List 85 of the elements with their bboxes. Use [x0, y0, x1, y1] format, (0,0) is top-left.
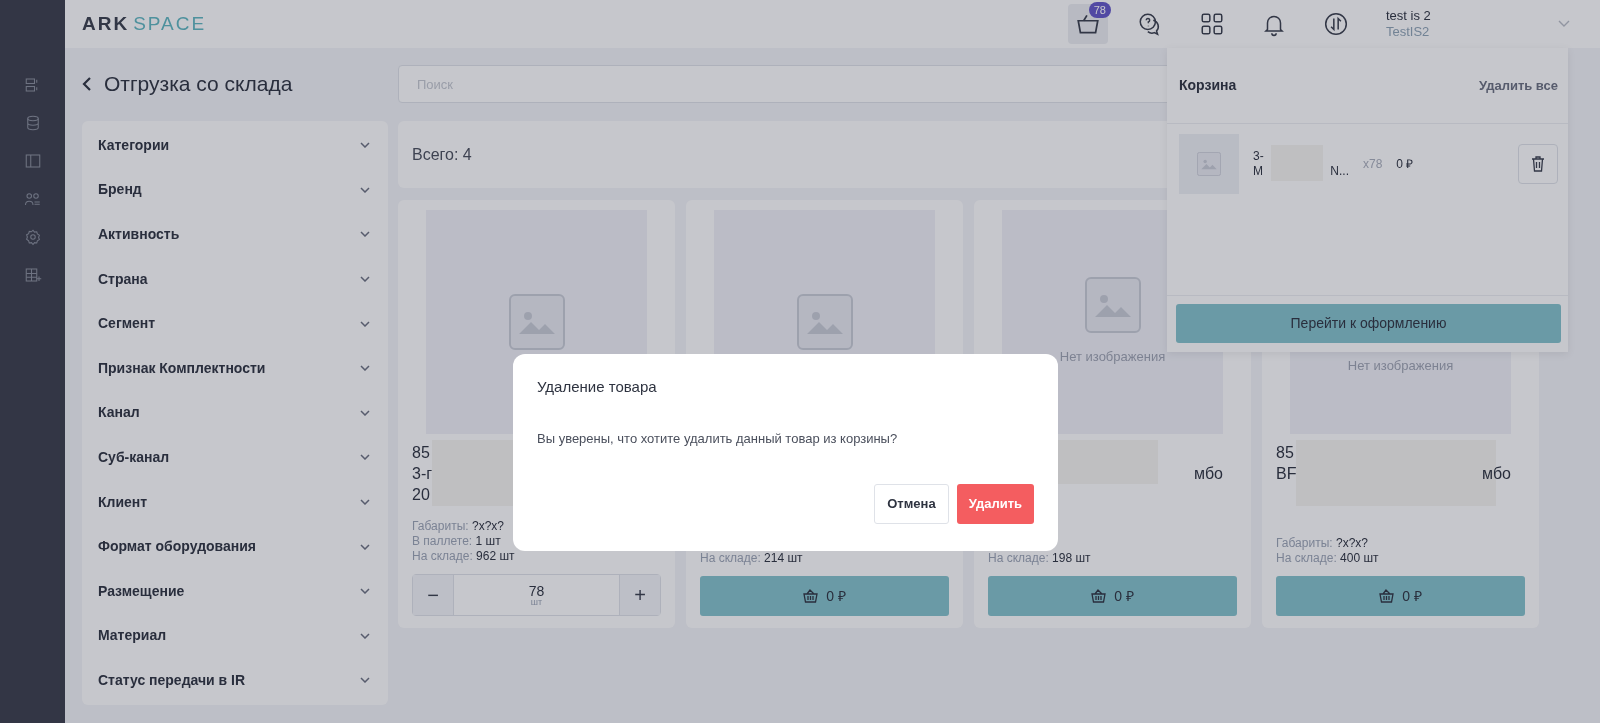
delete-item-button[interactable]: [1518, 144, 1558, 184]
user-login: TestIS2: [1386, 24, 1431, 40]
total-count: Всего: 4: [412, 144, 472, 165]
filter-item[interactable]: Материал: [82, 613, 388, 659]
basket-icon: [1379, 589, 1395, 603]
swap-arrows-icon: [1323, 11, 1349, 37]
spec-line: На складе: 214 шт: [700, 551, 804, 566]
table-add-icon[interactable]: [23, 266, 42, 284]
chevron-icon: [360, 231, 370, 238]
trash-icon: [1531, 156, 1545, 172]
settings-icon[interactable]: [23, 228, 42, 246]
image-icon: [796, 294, 853, 350]
filter-item[interactable]: Суб-канал: [82, 435, 388, 480]
filter-item[interactable]: Признак Комплектности: [82, 345, 388, 391]
filter-item[interactable]: Канал: [82, 390, 388, 436]
chevron-icon: [360, 276, 370, 283]
cancel-button[interactable]: Отмена: [874, 484, 949, 524]
product-title-fragment: 20: [412, 486, 430, 503]
no-image-text: Нет изображения: [1059, 348, 1166, 367]
dialog-title: Удаление товара: [537, 377, 658, 397]
spec-line: На складе: 400 шт: [1276, 551, 1380, 566]
product-title-fragment: мбо: [1194, 465, 1223, 482]
users-icon[interactable]: [23, 190, 42, 208]
product-name-fragment: N...: [1330, 164, 1349, 179]
image-icon: [1197, 152, 1221, 176]
chevron-icon: [360, 409, 370, 416]
chevron-icon: [360, 186, 370, 193]
grid-icon: [1199, 11, 1225, 37]
spec-line: Габариты: ?x?x?: [1276, 536, 1369, 551]
filter-item[interactable]: Статус передачи в IR: [82, 658, 388, 703]
clear-all-link[interactable]: Удалить все: [1478, 75, 1558, 96]
dialog-message: Вы уверены, что хотите удалить данный товар из корзины?: [537, 429, 899, 448]
chevron-down-icon[interactable]: [1558, 20, 1570, 28]
quantity-value: 78: [528, 583, 545, 598]
spec-line: Габариты: ?x?x?: [412, 519, 505, 534]
filter-item[interactable]: Активность: [82, 212, 388, 257]
filter-item[interactable]: Размещение: [82, 568, 388, 614]
filter-item[interactable]: Категории: [82, 123, 388, 168]
product-title-fragment: мбо: [1482, 465, 1511, 482]
back-icon[interactable]: [82, 76, 92, 92]
chevron-icon: [360, 677, 370, 684]
cart-count-badge: 78: [1088, 2, 1111, 19]
product-title-fragment: 85: [412, 444, 430, 461]
spec-line: На складе: 962 шт: [412, 549, 516, 564]
unit-label: шт: [530, 597, 543, 607]
image-icon: [1084, 277, 1141, 334]
layout-icon[interactable]: [23, 152, 42, 170]
logo-text: ARK: [82, 11, 130, 36]
spec-line: На складе: 198 шт: [988, 551, 1092, 566]
checkout-button[interactable]: Перейти к оформлению: [1176, 304, 1561, 343]
chevron-icon: [360, 320, 370, 327]
plus-button[interactable]: +: [620, 575, 660, 615]
filter-item[interactable]: Бренд: [82, 167, 388, 213]
cart-button[interactable]: 78: [1068, 4, 1108, 44]
chevron-icon: [360, 142, 370, 149]
filter-item[interactable]: Сегмент: [82, 301, 388, 346]
chevron-icon: [360, 588, 370, 595]
image-icon: [508, 294, 565, 350]
cart-price: 0 ₽: [1396, 156, 1414, 173]
user-name: test is 2: [1386, 8, 1432, 24]
logo-text: SPACE: [133, 11, 207, 36]
cart-title: Корзина: [1179, 76, 1237, 95]
cart-quantity: x78: [1363, 156, 1383, 173]
product-title-fragment: 85: [1276, 444, 1294, 461]
chevron-icon: [360, 499, 370, 506]
add-to-cart-button[interactable]: 0 ₽: [700, 576, 949, 616]
product-title-fragment: 3-г: [412, 465, 433, 482]
no-image-text: Нет изображения: [1347, 357, 1454, 376]
product-name-fragment: 3-: [1253, 149, 1264, 163]
add-to-cart-button[interactable]: 0 ₽: [988, 576, 1237, 616]
minus-button[interactable]: −: [413, 575, 453, 615]
basket-icon: [1091, 589, 1107, 603]
product-name-fragment: M: [1253, 164, 1263, 179]
filter-item[interactable]: Формат оборудования: [82, 524, 388, 569]
filter-item[interactable]: Клиент: [82, 479, 388, 525]
add-to-cart-button[interactable]: 0 ₽: [1276, 576, 1525, 616]
chevron-icon: [360, 365, 370, 372]
product-title-fragment: BF: [1276, 465, 1297, 482]
basket-icon: [803, 589, 819, 603]
chevron-icon: [360, 632, 370, 639]
filter-item[interactable]: Страна: [82, 256, 388, 302]
page-title: Отгрузка со склада: [104, 71, 293, 98]
spec-line: В паллете: 1 шт: [412, 534, 502, 549]
chevron-icon: [360, 454, 370, 461]
chevron-icon: [360, 543, 370, 550]
